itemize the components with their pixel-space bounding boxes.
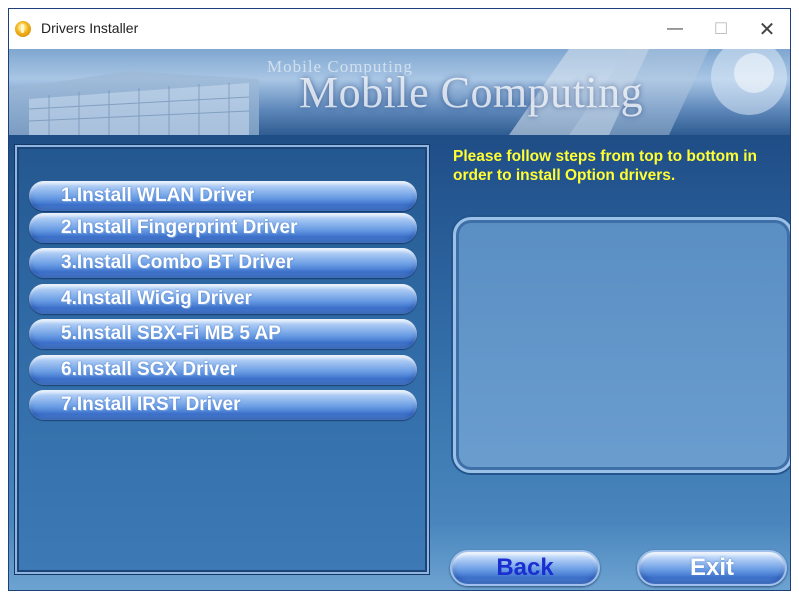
install-wlan-button[interactable]: 1.Install WLAN Driver bbox=[29, 181, 417, 211]
info-display-box bbox=[453, 217, 790, 473]
installer-window: Drivers Installer — ☐ ✕ Mobile Computing… bbox=[8, 8, 791, 591]
install-irst-button[interactable]: 7.Install IRST Driver bbox=[29, 390, 417, 420]
exit-button[interactable]: Exit bbox=[637, 550, 787, 586]
minimize-button[interactable]: — bbox=[652, 9, 698, 49]
main-content: 1.Install WLAN Driver 2.Install Fingerpr… bbox=[9, 135, 790, 590]
banner-logo-text: Mobile Computing bbox=[299, 68, 644, 117]
back-button[interactable]: Back bbox=[450, 550, 600, 586]
close-button[interactable]: ✕ bbox=[744, 9, 790, 49]
instructions-text: Please follow steps from top to bottom i… bbox=[453, 148, 757, 184]
install-wigig-button[interactable]: 4.Install WiGig Driver bbox=[29, 284, 417, 314]
install-fingerprint-button[interactable]: 2.Install Fingerprint Driver bbox=[29, 213, 417, 243]
header-banner: Mobile Computing Mobile Computing bbox=[9, 49, 790, 135]
title-bar: Drivers Installer — ☐ ✕ bbox=[9, 9, 790, 49]
window-title: Drivers Installer bbox=[41, 20, 139, 36]
install-sgx-button[interactable]: 6.Install SGX Driver bbox=[29, 355, 417, 385]
app-icon bbox=[15, 21, 31, 37]
maximize-button[interactable]: ☐ bbox=[698, 9, 744, 49]
install-combo-bt-button[interactable]: 3.Install Combo BT Driver bbox=[29, 248, 417, 278]
install-sbx-fi-button[interactable]: 5.Install SBX-Fi MB 5 AP bbox=[29, 319, 417, 349]
